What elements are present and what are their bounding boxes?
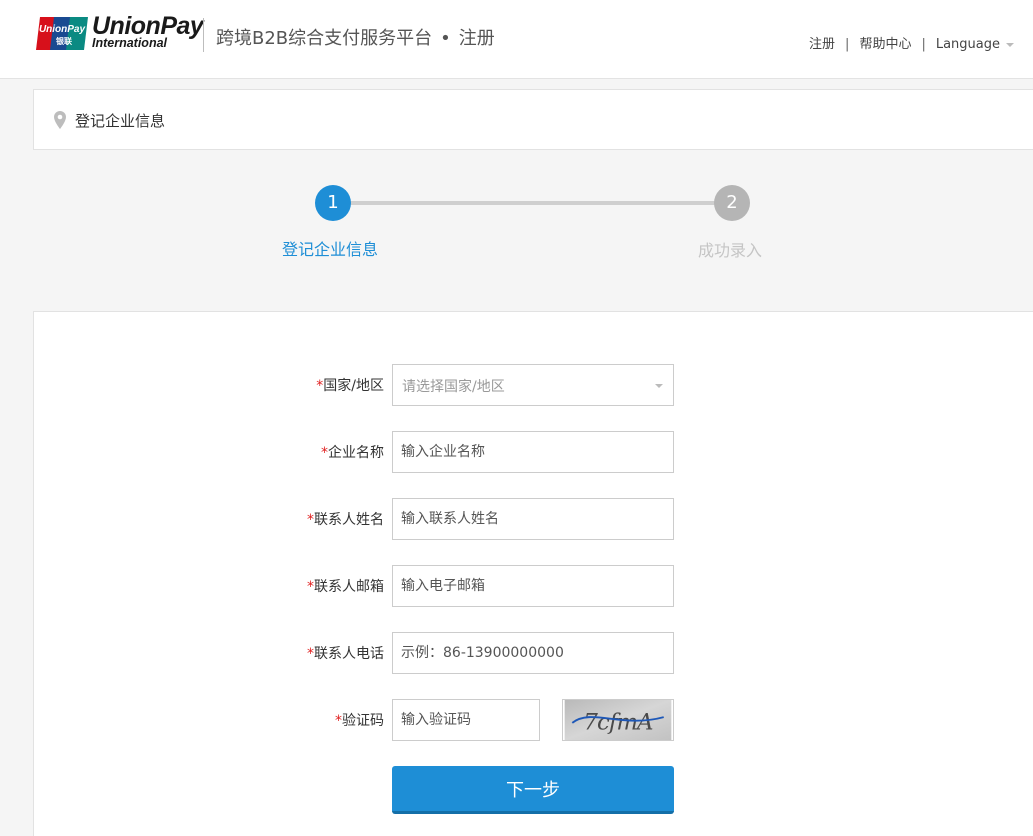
- top-links: 注册 | 帮助中心 | Language: [809, 33, 1014, 52]
- contact-name-input[interactable]: [392, 498, 674, 540]
- captcha-input[interactable]: [392, 699, 540, 741]
- company-name-input[interactable]: [392, 431, 674, 473]
- page-subtitle: 注册: [458, 28, 495, 49]
- captcha-text: 7cfmA: [583, 710, 653, 736]
- unionpay-logo-icon[interactable]: UnionPay 银联: [36, 17, 88, 50]
- contact-name-label-text: 联系人姓名: [314, 512, 384, 528]
- step-1-label: 登记企业信息: [282, 240, 379, 259]
- contact-email-label-text: 联系人邮箱: [314, 579, 384, 595]
- location-pin-icon: [54, 111, 66, 129]
- captcha-label: *验证码: [335, 710, 384, 730]
- required-mark: *: [307, 646, 314, 662]
- page-title: 跨境B2B综合支付服务平台 • 注册: [216, 24, 495, 50]
- unionpay-wordmark: UnionPay International: [92, 14, 204, 50]
- contact-email-label: *联系人邮箱: [307, 576, 384, 596]
- required-mark: *: [307, 579, 314, 595]
- language-dropdown[interactable]: Language: [936, 37, 1014, 52]
- chevron-down-icon: [1006, 42, 1014, 47]
- link-separator: |: [921, 37, 926, 52]
- company-name-label: *企业名称: [321, 442, 384, 462]
- contact-email-input[interactable]: [392, 565, 674, 607]
- required-mark: *: [307, 512, 314, 528]
- svg-text:银联: 银联: [55, 36, 72, 46]
- company-name-label-text: 企业名称: [328, 445, 384, 461]
- top-header: UnionPay 银联 UnionPay International 跨境B2B…: [0, 0, 1033, 79]
- contact-phone-label-text: 联系人电话: [314, 646, 384, 662]
- chevron-down-icon: [655, 384, 663, 388]
- step-2-label: 成功录入: [698, 241, 763, 260]
- svg-text:UnionPay: UnionPay: [39, 24, 86, 35]
- breadcrumb-text: 登记企业信息: [75, 112, 166, 130]
- contact-phone-input[interactable]: [392, 632, 674, 674]
- country-select[interactable]: 请选择国家/地区: [392, 364, 674, 406]
- country-label: *国家/地区: [316, 375, 384, 395]
- captcha-label-text: 验证码: [342, 713, 384, 729]
- step-1-circle: 1: [315, 185, 351, 221]
- country-select-placeholder: 请选择国家/地区: [402, 379, 505, 395]
- progress-line: [333, 201, 732, 205]
- register-link[interactable]: 注册: [809, 37, 835, 52]
- breadcrumb: 登记企业信息: [33, 89, 1033, 150]
- required-mark: *: [335, 713, 342, 729]
- country-label-text: 国家/地区: [323, 378, 384, 394]
- next-step-button[interactable]: 下一步: [392, 766, 674, 814]
- link-separator: |: [845, 37, 850, 52]
- header-divider: [203, 18, 204, 52]
- captcha-image[interactable]: 7cfmA: [562, 699, 674, 741]
- help-center-link[interactable]: 帮助中心: [859, 37, 911, 52]
- contact-name-label: *联系人姓名: [307, 509, 384, 529]
- required-mark: *: [321, 445, 328, 461]
- step-2-circle: 2: [714, 185, 750, 221]
- platform-title: 跨境B2B综合支付服务平台: [216, 28, 433, 49]
- language-label: Language: [935, 37, 1000, 52]
- title-dot: •: [440, 28, 451, 49]
- contact-phone-label: *联系人电话: [307, 643, 384, 663]
